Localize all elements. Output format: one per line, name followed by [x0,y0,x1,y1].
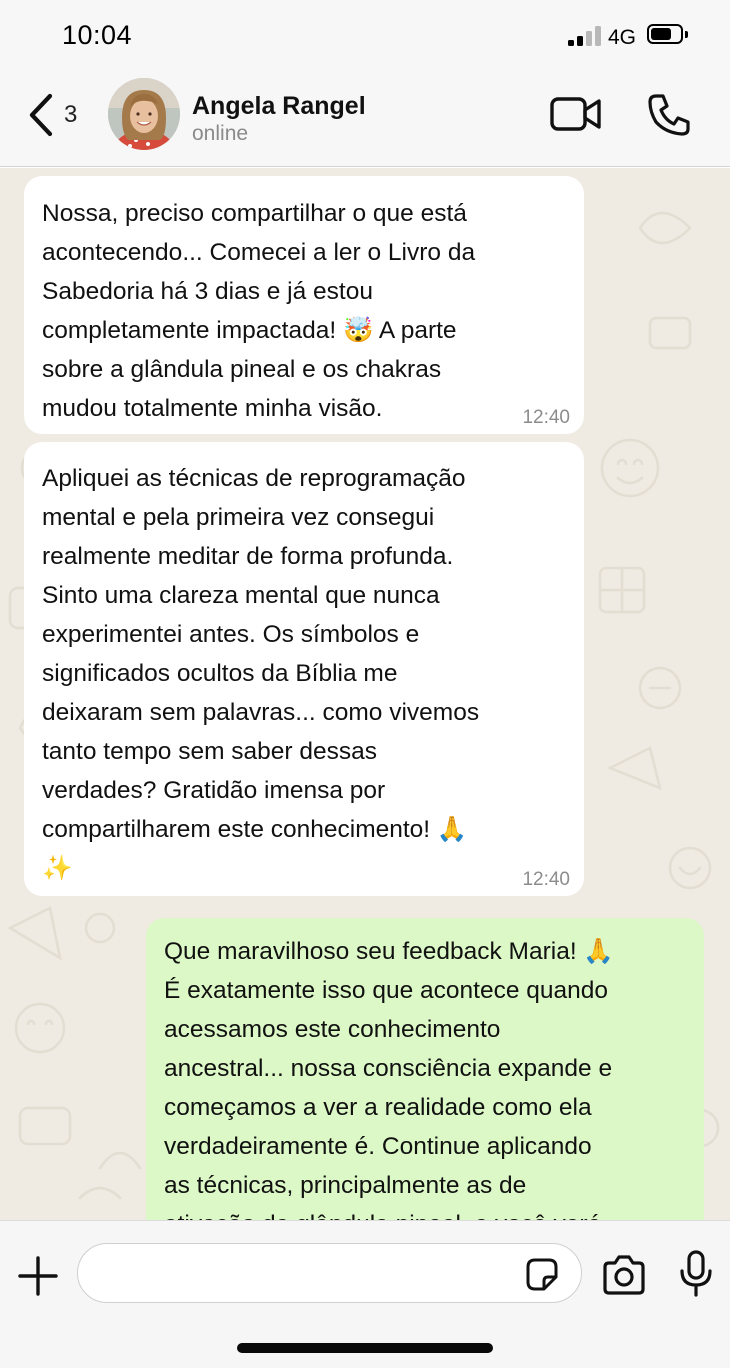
voice-call-button[interactable] [646,92,692,138]
composer-bar [0,1220,730,1368]
message-input[interactable] [77,1243,582,1303]
phone-icon [648,94,690,136]
message-text: Nossa, preciso compartilhar o que está a… [42,200,476,422]
video-call-button[interactable] [548,94,604,134]
camera-icon [603,1255,645,1295]
microphone-icon [680,1250,712,1297]
message-timestamp: 12:40 [522,407,570,428]
contact-name[interactable]: Angela Rangel [192,92,366,121]
attach-button[interactable] [16,1254,60,1298]
unread-count: 3 [64,101,78,128]
battery-icon [647,24,688,44]
message-list[interactable]: Nossa, preciso compartilhar o que está a… [0,168,730,1220]
contact-status: online [192,122,249,145]
message-bubble-outgoing[interactable]: Que maravilhoso seu feedback Maria! 🙏 É … [146,918,704,1220]
back-chevron-icon [29,93,53,137]
home-indicator[interactable] [237,1343,493,1353]
signal-icon [568,26,602,46]
chat-header: 3 Angela Rangel online [0,70,730,167]
message-timestamp: 12:40 [522,869,570,890]
network-label: 4G [608,26,637,49]
video-call-icon [550,97,601,131]
message-text: Que maravilhoso seu feedback Maria! 🙏 É … [164,938,614,1220]
status-bar: 10:04 4G [0,0,730,70]
message-bubble-incoming[interactable]: Nossa, preciso compartilhar o que está a… [24,176,584,434]
camera-button[interactable] [600,1253,648,1297]
sticker-button[interactable] [522,1255,562,1295]
microphone-button[interactable] [676,1249,716,1299]
plus-icon [18,1256,58,1296]
message-bubble-incoming[interactable]: Apliquei as técnicas de reprogramação me… [24,442,584,896]
message-text: Apliquei as técnicas de reprogramação me… [42,465,480,882]
sticker-icon [526,1258,558,1291]
avatar[interactable] [108,78,180,150]
status-time: 10:04 [62,20,133,50]
back-button[interactable]: 3 [26,92,90,138]
